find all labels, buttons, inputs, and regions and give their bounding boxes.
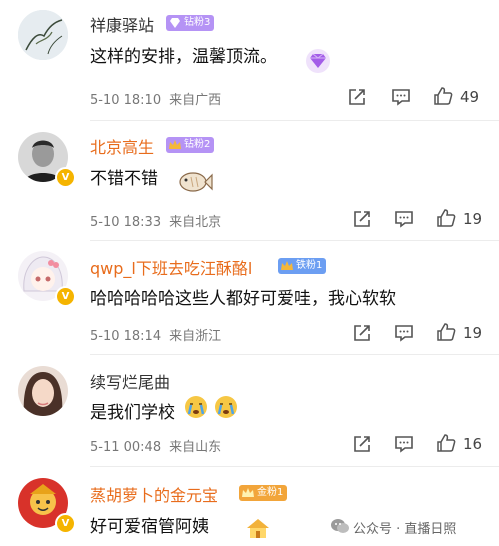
like-icon[interactable] <box>436 322 456 342</box>
crying-emoji-icon <box>185 396 207 418</box>
comment-text: 这样的安排，温馨顶流。 <box>90 47 277 67</box>
share-icon[interactable] <box>352 209 372 229</box>
username[interactable]: qwp_l下班去吃汪酥酪l <box>90 255 252 279</box>
crown-icon <box>281 261 293 270</box>
fan-badge-label: 金粉1 <box>257 487 284 498</box>
share-icon[interactable] <box>352 434 372 454</box>
fan-badge: 钻粉2 <box>166 137 215 153</box>
comment-meta: 5-10 18:14 来自浙江 <box>90 325 221 344</box>
like-count: 19 <box>463 324 483 342</box>
comment-location: 来自广西 <box>169 93 222 108</box>
comment-time: 5-11 00:48 <box>90 440 162 455</box>
share-icon[interactable] <box>352 323 372 343</box>
verified-badge-icon: V <box>55 286 76 307</box>
verified-badge-icon: V <box>55 167 76 188</box>
username[interactable]: 祥康驿站 <box>90 12 154 36</box>
username[interactable]: 北京高生 <box>90 134 154 158</box>
comment-icon[interactable] <box>394 323 414 343</box>
avatar[interactable] <box>18 10 68 60</box>
like-icon[interactable] <box>436 433 456 453</box>
fish-emoji-icon <box>179 172 213 192</box>
comment-time: 5-10 18:10 <box>90 93 162 108</box>
verified-badge-icon: V <box>55 513 76 534</box>
avatar-image <box>18 10 68 60</box>
diamond-icon <box>170 18 180 28</box>
divider <box>90 354 499 355</box>
share-icon[interactable] <box>347 87 367 107</box>
crying-emoji-icon <box>215 396 237 418</box>
divider <box>90 240 499 241</box>
comment-text: 好可爱宿管阿姨 <box>90 517 209 537</box>
avatar[interactable] <box>18 366 68 416</box>
like-count: 16 <box>463 435 483 453</box>
comment-location: 来自北京 <box>169 215 222 230</box>
comment-icon[interactable] <box>391 87 411 107</box>
comment-text: 是我们学校 <box>90 403 175 423</box>
diamond-emoji-icon <box>306 49 330 73</box>
fan-badge-label: 铁粉1 <box>296 260 323 271</box>
comment-meta: 5-11 00:48 来自山东 <box>90 436 221 455</box>
divider <box>90 466 499 467</box>
watermark: 公众号 · 直播日照 <box>353 522 457 537</box>
comment-meta: 5-10 18:33 来自北京 <box>90 211 221 230</box>
comment-text: 哈哈哈哈哈这些人都好可爱哇，我心软软 <box>90 289 396 309</box>
crown-icon <box>169 140 181 149</box>
comment-time: 5-10 18:14 <box>90 329 162 344</box>
like-icon[interactable] <box>433 86 453 106</box>
comment-meta: 5-10 18:10 来自广西 <box>90 89 221 108</box>
crown-icon <box>242 488 254 497</box>
avatar-image <box>18 366 68 416</box>
comment-text: 不错不错 <box>90 169 158 189</box>
fan-badge: 金粉1 <box>239 485 288 501</box>
like-count: 49 <box>460 88 480 106</box>
fan-badge-label: 钻粉2 <box>184 139 211 150</box>
comment-icon[interactable] <box>394 209 414 229</box>
divider <box>90 120 499 121</box>
username[interactable]: 续写烂尾曲 <box>90 369 170 393</box>
fan-badge: 铁粉1 <box>278 258 327 274</box>
like-count: 19 <box>463 210 483 228</box>
fan-badge-label: 钻粉3 <box>184 17 211 28</box>
wechat-icon <box>331 519 349 533</box>
comment-location: 来自浙江 <box>169 329 222 344</box>
fan-badge: 钻粉3 <box>166 15 215 31</box>
like-icon[interactable] <box>436 208 456 228</box>
comment-icon[interactable] <box>394 434 414 454</box>
username[interactable]: 蒸胡萝卜的金元宝 <box>90 482 218 506</box>
comment-location: 来自山东 <box>169 440 222 455</box>
house-emoji-icon <box>247 519 269 538</box>
comment-time: 5-10 18:33 <box>90 215 162 230</box>
